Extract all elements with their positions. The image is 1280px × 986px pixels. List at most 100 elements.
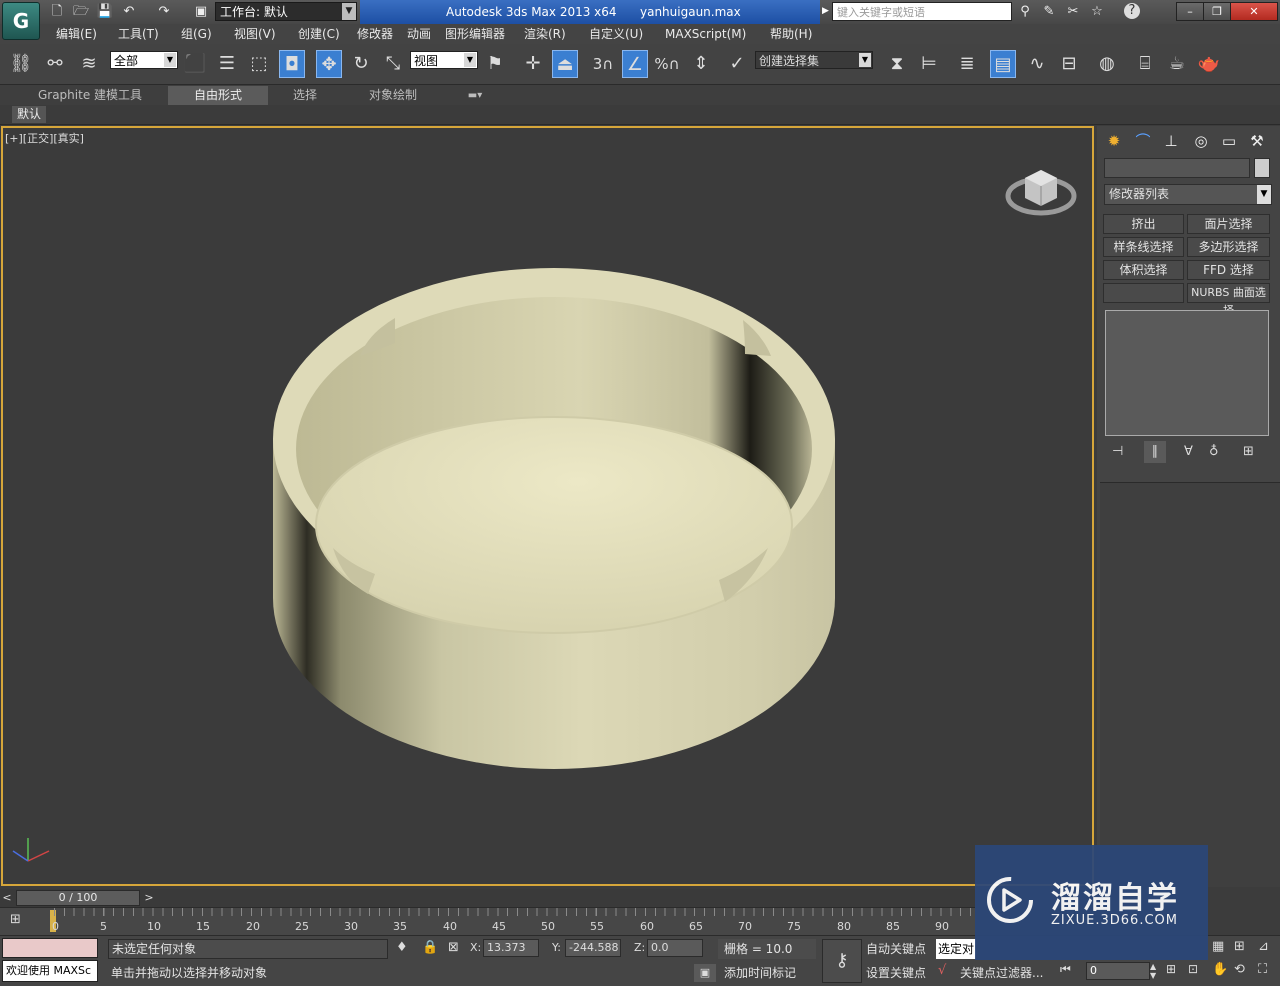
menu-graph-editors[interactable]: 图形编辑器	[445, 24, 505, 44]
menu-rendering[interactable]: 渲染(R)	[524, 24, 566, 44]
maximize-viewport-icon[interactable]: ⛶	[1258, 962, 1267, 977]
display-panel-icon[interactable]: ▭	[1216, 130, 1242, 152]
binoculars-icon[interactable]: ⚲	[1016, 3, 1034, 21]
viewport-label[interactable]: [+][正交][真实]	[5, 130, 84, 146]
frame-spinner-icon[interactable]: ▲ ▼	[1150, 962, 1160, 980]
window-crossing-icon[interactable]: ◘	[279, 50, 305, 78]
expand-arrow-icon[interactable]: ▶	[822, 6, 829, 16]
percent-snap-icon[interactable]: %∩	[654, 50, 680, 78]
field-of-view-icon[interactable]: ⊿	[1258, 939, 1269, 954]
hierarchy-panel-icon[interactable]: ⊥	[1158, 130, 1184, 152]
keyboard-shortcut-override-icon[interactable]: ⏏	[552, 50, 578, 78]
viewcube-icon[interactable]	[1005, 170, 1077, 216]
menu-views[interactable]: 视图(V)	[234, 24, 276, 44]
modifier-stack-list[interactable]	[1105, 310, 1269, 436]
material-editor-icon[interactable]: ◍	[1094, 50, 1120, 78]
menu-modifiers[interactable]: 修改器	[357, 24, 393, 44]
time-tag-icon[interactable]: ▣	[694, 964, 716, 982]
menu-maxscript[interactable]: MAXScript(M)	[665, 24, 746, 44]
y-coordinate-field[interactable]: -244.588	[565, 939, 621, 957]
configure-modifier-sets-icon[interactable]: ⊞	[1243, 444, 1254, 459]
selection-filter-dropdown[interactable]: 全部 ▼	[110, 51, 178, 69]
object-name-field[interactable]	[1104, 158, 1250, 178]
menu-create[interactable]: 创建(C)	[298, 24, 340, 44]
pin-stack-icon[interactable]: ⊣	[1112, 444, 1123, 459]
help-icon[interactable]: ?	[1124, 3, 1140, 19]
close-button[interactable]: ✕	[1230, 2, 1278, 21]
rendered-frame-window-icon[interactable]: ☕	[1164, 50, 1190, 78]
new-file-icon[interactable]: 🗋	[48, 3, 66, 21]
ribbon-options-icon[interactable]: ▬▾	[462, 86, 488, 105]
minimize-button[interactable]: –	[1176, 2, 1204, 21]
open-file-icon[interactable]: 🗁	[72, 3, 90, 21]
remove-modifier-icon[interactable]: ♁	[1209, 444, 1219, 459]
render-setup-icon[interactable]: ⌸	[1132, 50, 1158, 78]
modifier-list-dropdown[interactable]: 修改器列表 ▼	[1104, 184, 1272, 205]
object-color-swatch[interactable]	[1254, 158, 1270, 178]
create-panel-icon[interactable]: ✹	[1101, 130, 1127, 152]
select-and-rotate-icon[interactable]: ↻	[348, 50, 374, 78]
next-frame-icon[interactable]: >	[142, 889, 156, 907]
pan-view-icon[interactable]: ✋	[1212, 962, 1228, 977]
time-slider[interactable]: < 0 / 100 >	[0, 889, 975, 907]
select-object-icon[interactable]: ⬛	[182, 50, 208, 78]
tools-icon[interactable]: ✂	[1064, 3, 1082, 21]
poly-select-button[interactable]: 多边形选择	[1187, 237, 1270, 257]
select-by-name-icon[interactable]: ☰	[214, 50, 240, 78]
nurbs-surface-select-button[interactable]: NURBS 曲面选择	[1187, 283, 1270, 317]
named-selection-dropdown[interactable]: 创建选择集 ▼	[755, 51, 873, 69]
undo-icon[interactable]: ↶	[120, 3, 138, 21]
goto-start-icon[interactable]: ⏮	[1060, 962, 1071, 977]
communication-icon[interactable]: ✎	[1040, 3, 1058, 21]
absolute-mode-icon[interactable]: ⊠	[448, 940, 459, 955]
search-input[interactable]: 键入关键字或短语	[832, 2, 1012, 21]
unlink-icon[interactable]: ⚯	[42, 50, 68, 78]
track-bar[interactable]: ⊞ 0 5 10 15 20 25 30 35 40 45 50 55 60 6…	[0, 907, 975, 936]
set-key-icon[interactable]: ⚷	[822, 939, 862, 983]
mirror-icon[interactable]: ⧗	[884, 50, 910, 78]
time-configuration-icon[interactable]: ⊞	[1166, 962, 1176, 976]
tab-freeform[interactable]: 自由形式	[168, 86, 268, 105]
redo-icon[interactable]: ↷	[155, 3, 173, 21]
pivot-center-icon[interactable]: ⚑	[482, 50, 508, 78]
modify-panel-icon[interactable]: ⌒	[1130, 130, 1156, 152]
zoom-extents-icon[interactable]: ⊡	[1188, 962, 1198, 976]
menu-tools[interactable]: 工具(T)	[118, 24, 159, 44]
patch-select-button[interactable]: 面片选择	[1187, 214, 1270, 234]
x-coordinate-field[interactable]: 13.373	[483, 939, 539, 957]
save-icon[interactable]: 💾	[96, 3, 114, 21]
isolate-selection-icon[interactable]: ♦	[396, 940, 408, 955]
zoom-extents-all-icon[interactable]: ⊞	[1234, 939, 1245, 954]
add-time-tag[interactable]: 添加时间标记	[720, 963, 820, 983]
spinner-snap-icon[interactable]: ⇕	[688, 50, 714, 78]
spline-select-button[interactable]: 样条线选择	[1103, 237, 1184, 257]
auto-key-button[interactable]: 自动关键点	[866, 939, 932, 959]
lock-selection-icon[interactable]: 🔒	[422, 940, 438, 955]
angle-snap-icon[interactable]: ∠	[622, 50, 648, 78]
bind-space-warp-icon[interactable]: ≋	[76, 50, 102, 78]
frame-counter[interactable]: 0 / 100	[16, 890, 140, 906]
key-filters-button[interactable]: 关键点过滤器...	[960, 963, 1056, 983]
menu-help[interactable]: 帮助(H)	[770, 24, 812, 44]
select-manipulate-icon[interactable]: ✛	[520, 50, 546, 78]
extrude-button[interactable]: 挤出	[1103, 214, 1184, 234]
project-folder-icon[interactable]: ▣	[192, 3, 210, 21]
tab-selection[interactable]: 选择	[285, 86, 325, 105]
maxscript-welcome[interactable]: 欢迎使用 MAXSc	[2, 960, 98, 982]
scene-explorer-icon[interactable]: ▤	[990, 50, 1016, 78]
prev-frame-icon[interactable]: <	[0, 889, 14, 907]
menu-edit[interactable]: 编辑(E)	[56, 24, 97, 44]
show-end-result-icon[interactable]: ∥	[1144, 441, 1166, 463]
orbit-icon[interactable]: ⟲	[1234, 962, 1245, 977]
menu-group[interactable]: 组(G)	[181, 24, 212, 44]
menu-animation[interactable]: 动画	[407, 24, 431, 44]
mini-curve-editor-icon[interactable]: ⊞	[10, 912, 21, 927]
menu-customize[interactable]: 自定义(U)	[589, 24, 643, 44]
utilities-panel-icon[interactable]: ⚒	[1244, 130, 1270, 152]
tab-graphite-modeling[interactable]: Graphite 建模工具	[32, 86, 148, 105]
current-frame-field[interactable]: 0	[1086, 962, 1150, 980]
reference-coordinate-dropdown[interactable]: 视图 ▼	[410, 51, 478, 69]
curve-editor-icon[interactable]: ∿	[1024, 50, 1050, 78]
workspace-dropdown[interactable]: 工作台: 默认 ▼	[215, 2, 357, 21]
ffd-select-button[interactable]: FFD 选择	[1187, 260, 1270, 280]
